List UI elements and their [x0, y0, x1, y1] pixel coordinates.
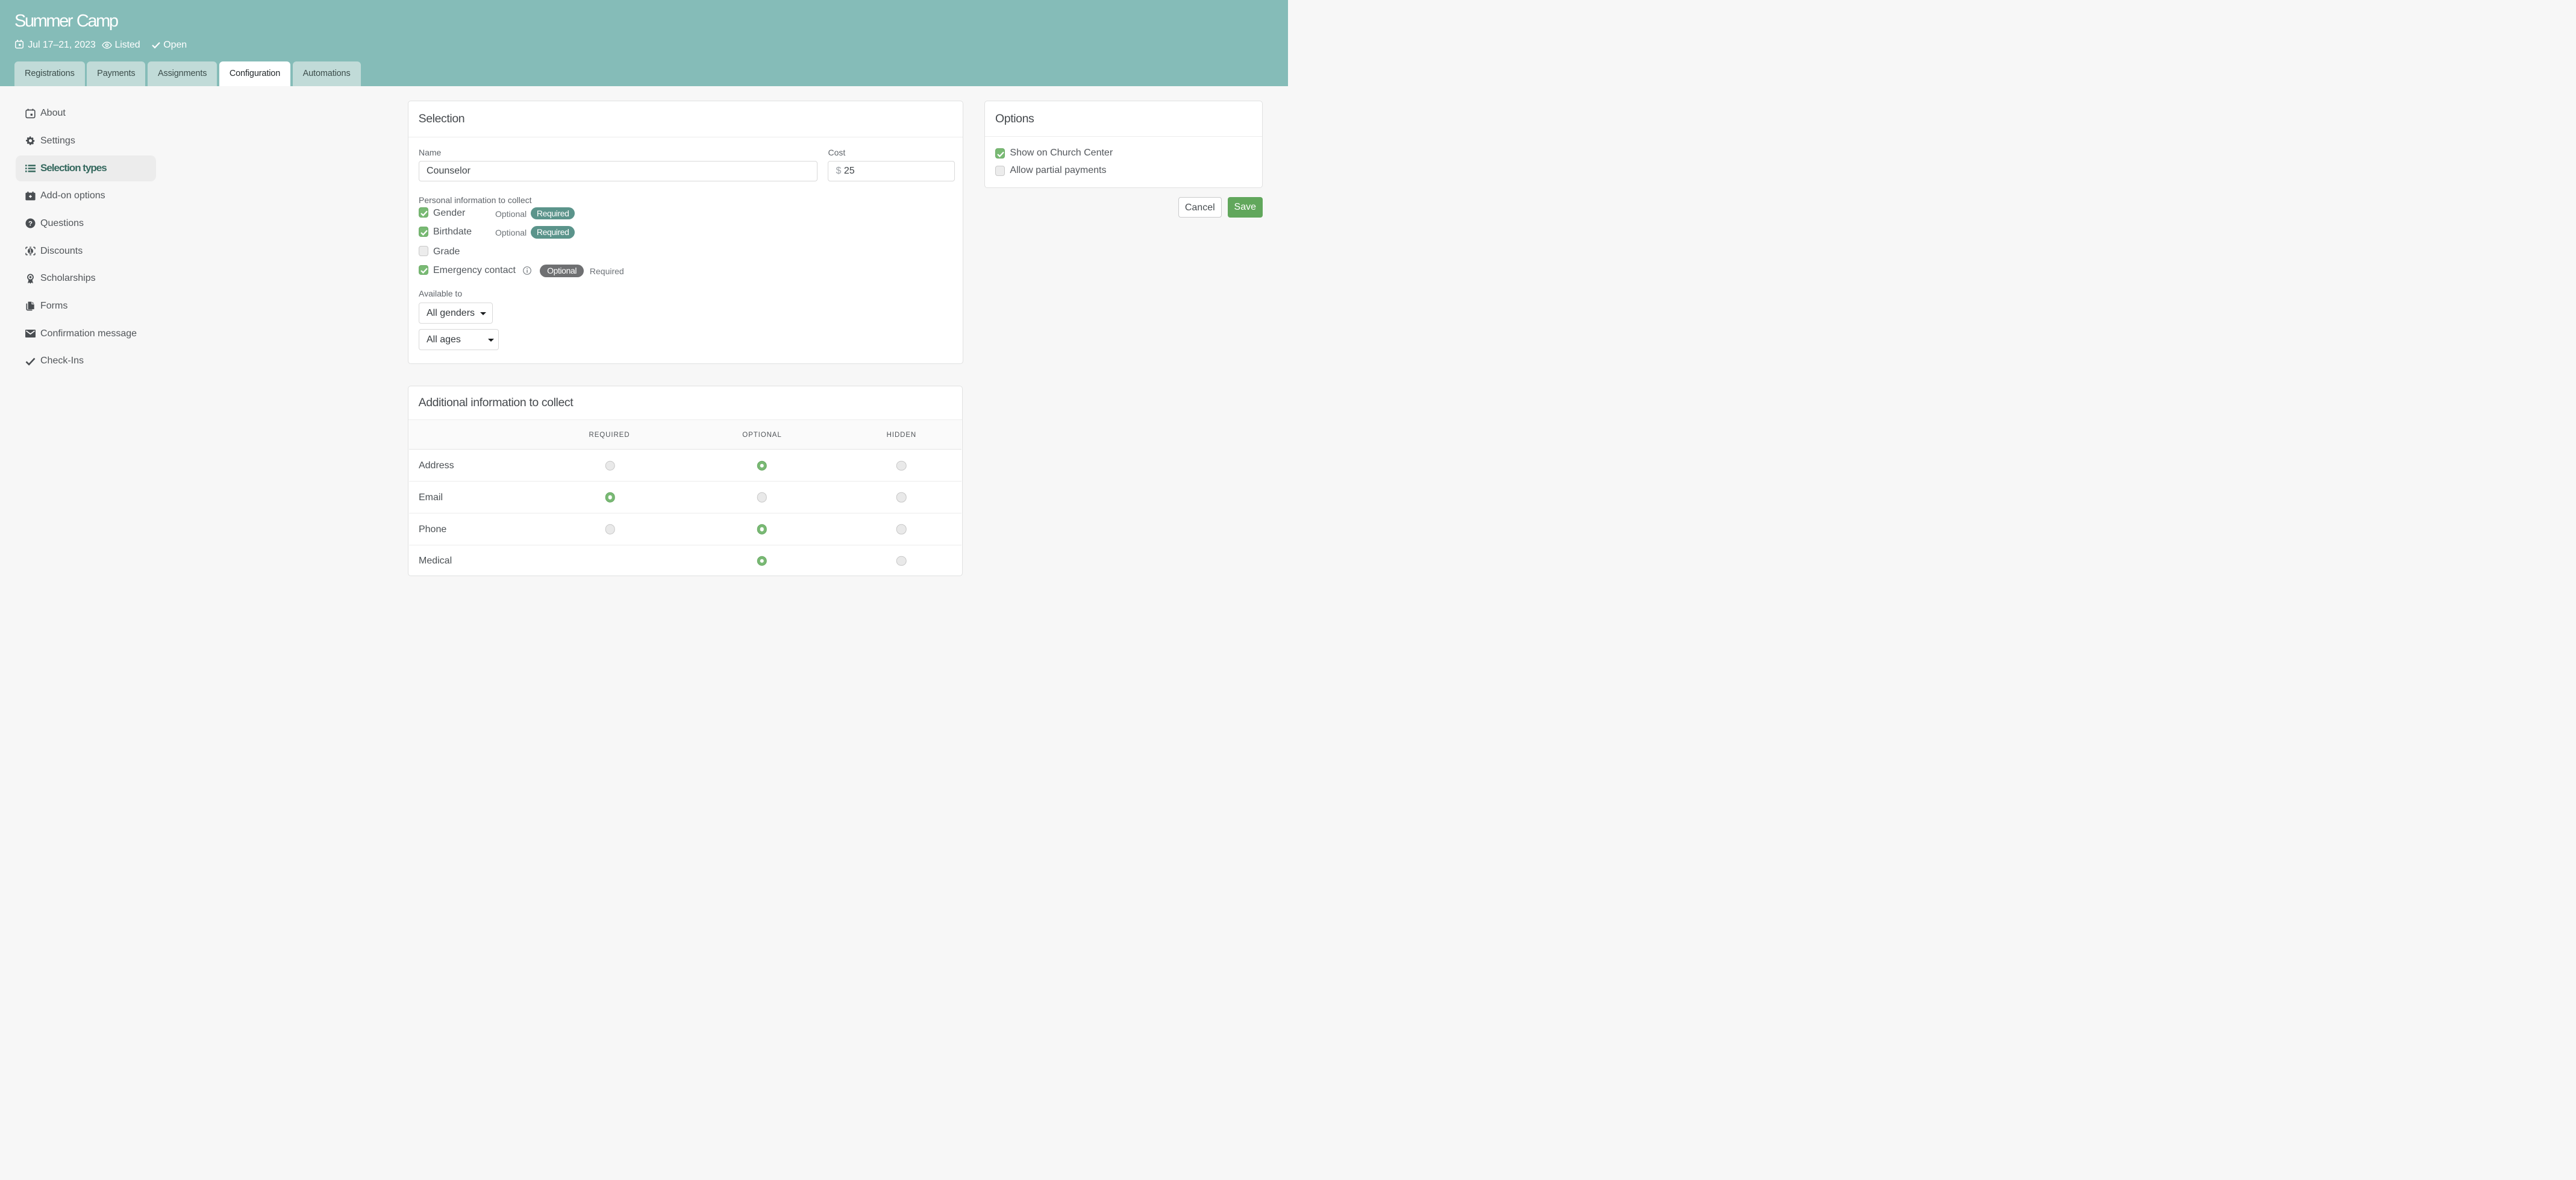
svg-text:1: 1	[29, 248, 32, 254]
svg-text:?: ?	[28, 221, 33, 228]
